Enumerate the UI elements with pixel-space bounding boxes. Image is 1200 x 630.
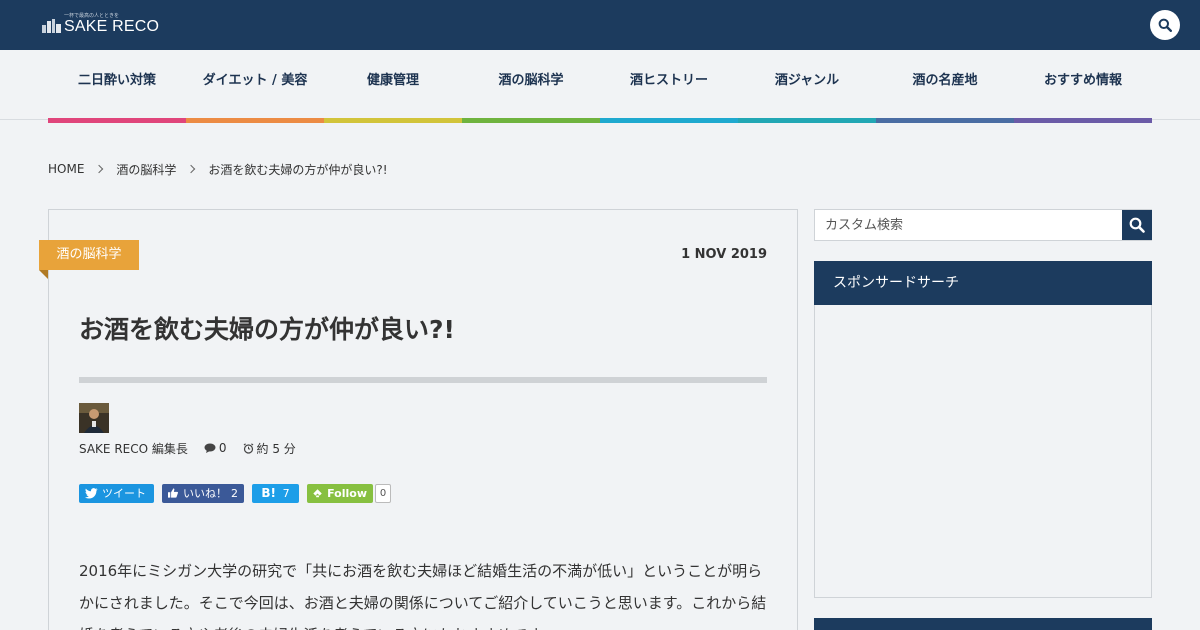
nav-item-history[interactable]: 酒ヒストリー xyxy=(600,50,738,123)
read-time: 約 5 分 xyxy=(256,441,296,456)
sidebar-search xyxy=(814,209,1152,241)
title-divider xyxy=(79,377,767,383)
ribbon-fold xyxy=(39,270,48,279)
hatena-bookmark-icon: B! xyxy=(261,486,276,500)
widget-title: スポンサードサーチ xyxy=(814,261,1152,305)
nav-item-label: おすすめ情報 xyxy=(1043,73,1122,88)
breadcrumb-current: お酒を飲む夫婦の方が仲が良い?! xyxy=(208,162,388,177)
breadcrumb-category[interactable]: 酒の脳科学 xyxy=(116,161,176,178)
chevron-right-icon xyxy=(187,164,196,174)
nav-item-color-bar xyxy=(324,118,462,123)
logo-text: SAKE RECO xyxy=(64,18,160,35)
like-label: いいね！ xyxy=(183,487,227,500)
post-date: 1 NOV 2019 xyxy=(681,247,767,262)
twitter-bird-icon xyxy=(85,487,98,498)
nav-item-label: 酒ヒストリー xyxy=(629,73,708,88)
like-count: 2 xyxy=(231,486,238,500)
site-logo[interactable]: 一杯で最高の人とときを SAKE RECO xyxy=(42,12,172,38)
post-meta: SAKE RECO 編集長 0 約 5 分 xyxy=(79,440,296,456)
search-icon xyxy=(1129,217,1145,233)
tweet-label: ツイート xyxy=(102,487,146,500)
comment-count[interactable]: 0 xyxy=(219,441,227,455)
nav-list: 二日酔い対策 ダイエット / 美容 健康管理 酒の脳科学 酒ヒストリー 酒ジャン… xyxy=(48,50,1152,123)
nav-item-label: ダイエット / 美容 xyxy=(202,73,308,88)
nav-item-label: 酒の名産地 xyxy=(912,73,978,88)
nav-item-color-bar xyxy=(876,118,1014,123)
hatena-count: 7 xyxy=(282,486,290,500)
site-header: 一杯で最高の人とときを SAKE RECO xyxy=(0,0,1200,50)
follow-count: 0 xyxy=(375,483,391,503)
facebook-like-button[interactable]: いいね！ 2 xyxy=(162,483,244,503)
city-skyline-icon xyxy=(42,19,61,33)
hatena-bookmark-button[interactable]: B! 7 xyxy=(252,483,299,503)
nav-item-genre[interactable]: 酒ジャンル xyxy=(738,50,876,123)
comment-icon xyxy=(204,443,216,453)
nav-item-famous-region[interactable]: 酒の名産地 xyxy=(876,50,1014,123)
breadcrumb: HOME 酒の脳科学 お酒を飲む夫婦の方が仲が良い?! xyxy=(48,161,388,177)
nav-item-recommend[interactable]: おすすめ情報 xyxy=(1014,50,1152,123)
search-button[interactable] xyxy=(1122,210,1152,240)
feedly-icon xyxy=(313,488,322,497)
nav-item-color-bar xyxy=(462,118,600,123)
tweet-button[interactable]: ツイート xyxy=(79,483,154,503)
nav-item-hangover[interactable]: 二日酔い対策 xyxy=(48,50,186,123)
feedly-follow-button[interactable]: Follow xyxy=(307,483,373,503)
nav-item-label: 酒ジャンル xyxy=(774,73,840,88)
search-icon xyxy=(1158,18,1172,32)
chevron-right-icon xyxy=(95,164,104,174)
nav-item-color-bar xyxy=(1014,118,1152,123)
nav-item-label: 二日酔い対策 xyxy=(77,73,156,88)
author-avatar[interactable] xyxy=(79,403,109,433)
nav-item-label: 酒の脳科学 xyxy=(498,73,564,88)
nav-item-health[interactable]: 健康管理 xyxy=(324,50,462,123)
nav-item-color-bar xyxy=(48,118,186,123)
share-buttons: ツイート いいね！ 2 B! 7 Follow 0 xyxy=(79,483,391,503)
author-name[interactable]: SAKE RECO 編集長 xyxy=(79,440,188,457)
nav-item-color-bar xyxy=(738,118,876,123)
thumbs-up-icon xyxy=(168,488,178,498)
next-widget-header xyxy=(814,618,1152,630)
nav-item-label: 健康管理 xyxy=(366,73,419,88)
follow-label: Follow xyxy=(327,486,367,500)
nav-item-color-bar xyxy=(186,118,324,123)
header-search-button[interactable] xyxy=(1150,10,1180,40)
alarm-clock-icon xyxy=(243,442,254,454)
category-label[interactable]: 酒の脳科学 xyxy=(39,240,139,270)
article-body: 2016年にミシガン大学の研究で「共にお酒を飲む夫婦ほど結婚生活の不満が低い」と… xyxy=(79,562,767,630)
nav-item-brain-science[interactable]: 酒の脳科学 xyxy=(462,50,600,123)
global-nav: 二日酔い対策 ダイエット / 美容 健康管理 酒の脳科学 酒ヒストリー 酒ジャン… xyxy=(0,50,1200,123)
nav-item-diet-beauty[interactable]: ダイエット / 美容 xyxy=(186,50,324,123)
nav-item-color-bar xyxy=(600,118,738,123)
breadcrumb-home[interactable]: HOME xyxy=(48,162,84,176)
post-title: お酒を飲む夫婦の方が仲が良い?! xyxy=(79,315,455,344)
search-input[interactable] xyxy=(815,210,1121,240)
sponsored-ad-area xyxy=(814,305,1152,598)
